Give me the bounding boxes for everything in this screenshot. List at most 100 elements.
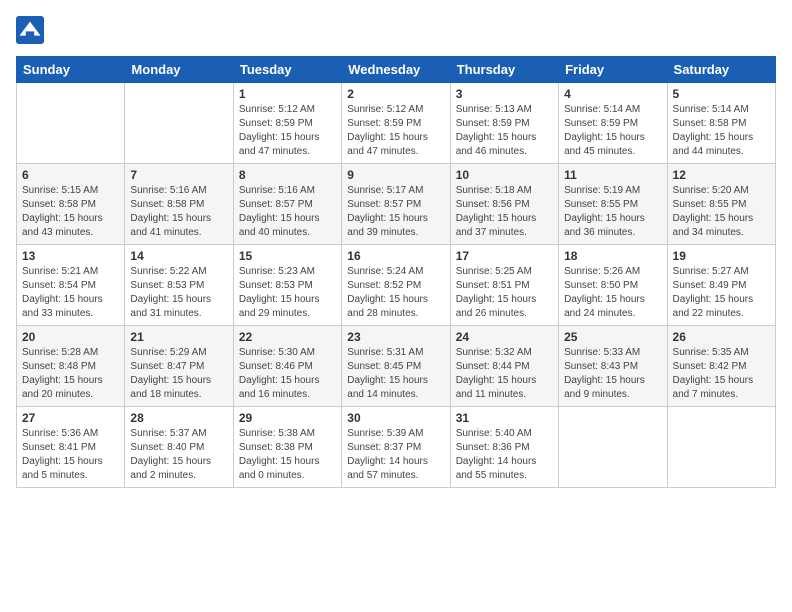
cell-info: Sunrise: 5:13 AMSunset: 8:59 PMDaylight:… (456, 103, 553, 159)
day-number: 11 (564, 168, 661, 182)
cell-info: Sunrise: 5:29 AMSunset: 8:47 PMDaylight:… (130, 346, 227, 402)
calendar-cell: 18Sunrise: 5:26 AMSunset: 8:50 PMDayligh… (559, 245, 667, 326)
calendar-cell: 21 Sunrise: 5:29 AMSunset: 8:47 PMDayligh… (125, 326, 233, 407)
day-number: 31 (456, 411, 553, 425)
calendar-cell: 15 Sunrise: 5:23 AMSunset: 8:53 PMDayligh… (233, 245, 341, 326)
cell-info: Sunrise: 5:16 AMSunset: 8:58 PMDaylight:… (130, 184, 227, 240)
day-number: 22 (239, 330, 336, 344)
day-of-week-header: Thursday (450, 57, 558, 83)
calendar-cell: 1 Sunrise: 5:12 AMSunset: 8:59 PMDaylight… (233, 83, 341, 164)
day-number: 6 (22, 168, 119, 182)
day-number: 23 (347, 330, 444, 344)
cell-info: Sunrise: 5:12 AMSunset: 8:59 PMDaylight:… (347, 103, 444, 159)
calendar-cell: 27 Sunrise: 5:36 AMSunset: 8:41 PMDayligh… (17, 407, 125, 488)
day-number: 13 (22, 249, 119, 263)
page-header (16, 16, 776, 44)
calendar-table: SundayMondayTuesdayWednesdayThursdayFrid… (16, 56, 776, 488)
day-number: 5 (673, 87, 770, 101)
cell-info: Sunrise: 5:31 AMSunset: 8:45 PMDaylight:… (347, 346, 444, 402)
calendar-cell: 25 Sunrise: 5:33 AMSunset: 8:43 PMDayligh… (559, 326, 667, 407)
calendar-cell: 13 Sunrise: 5:21 AMSunset: 8:54 PMDayligh… (17, 245, 125, 326)
cell-info: Sunrise: 5:16 AMSunset: 8:57 PMDaylight:… (239, 184, 336, 240)
day-number: 21 (130, 330, 227, 344)
cell-info: Sunrise: 5:18 AMSunset: 8:56 PMDaylight:… (456, 184, 553, 240)
calendar-cell: 8 Sunrise: 5:16 AMSunset: 8:57 PMDaylight… (233, 164, 341, 245)
day-number: 9 (347, 168, 444, 182)
day-of-week-header: Sunday (17, 57, 125, 83)
logo (16, 16, 48, 44)
cell-info: Sunrise: 5:14 AMSunset: 8:59 PMDaylight:… (564, 103, 661, 159)
calendar-cell: 24Sunrise: 5:32 AMSunset: 8:44 PMDayligh… (450, 326, 558, 407)
day-number: 19 (673, 249, 770, 263)
calendar-cell: 5 Sunrise: 5:14 AMSunset: 8:58 PMDaylight… (667, 83, 775, 164)
day-number: 10 (456, 168, 553, 182)
cell-info: Sunrise: 5:27 AMSunset: 8:49 PMDaylight:… (673, 265, 770, 321)
day-number: 16 (347, 249, 444, 263)
day-number: 17 (456, 249, 553, 263)
day-number: 27 (22, 411, 119, 425)
cell-info: Sunrise: 5:40 AMSunset: 8:36 PMDaylight:… (456, 427, 553, 483)
cell-info: Sunrise: 5:15 AMSunset: 8:58 PMDaylight:… (22, 184, 119, 240)
calendar-cell: 2 Sunrise: 5:12 AMSunset: 8:59 PMDaylight… (342, 83, 450, 164)
day-number: 25 (564, 330, 661, 344)
cell-info: Sunrise: 5:33 AMSunset: 8:43 PMDaylight:… (564, 346, 661, 402)
calendar-cell: 29Sunrise: 5:38 AMSunset: 8:38 PMDayligh… (233, 407, 341, 488)
cell-info: Sunrise: 5:21 AMSunset: 8:54 PMDaylight:… (22, 265, 119, 321)
calendar-week-row: 13 Sunrise: 5:21 AMSunset: 8:54 PMDayligh… (17, 245, 776, 326)
calendar-cell (17, 83, 125, 164)
calendar-cell: 31 Sunrise: 5:40 AMSunset: 8:36 PMDayligh… (450, 407, 558, 488)
calendar-week-row: 1 Sunrise: 5:12 AMSunset: 8:59 PMDaylight… (17, 83, 776, 164)
day-number: 28 (130, 411, 227, 425)
day-of-week-header: Wednesday (342, 57, 450, 83)
day-number: 20 (22, 330, 119, 344)
calendar-cell: 10 Sunrise: 5:18 AMSunset: 8:56 PMDayligh… (450, 164, 558, 245)
day-number: 15 (239, 249, 336, 263)
cell-info: Sunrise: 5:39 AMSunset: 8:37 PMDaylight:… (347, 427, 444, 483)
calendar-cell: 30 Sunrise: 5:39 AMSunset: 8:37 PMDayligh… (342, 407, 450, 488)
cell-info: Sunrise: 5:36 AMSunset: 8:41 PMDaylight:… (22, 427, 119, 483)
calendar-cell (559, 407, 667, 488)
day-number: 14 (130, 249, 227, 263)
calendar-cell: 9 Sunrise: 5:17 AMSunset: 8:57 PMDaylight… (342, 164, 450, 245)
calendar-cell: 17 Sunrise: 5:25 AMSunset: 8:51 PMDayligh… (450, 245, 558, 326)
calendar-header-row: SundayMondayTuesdayWednesdayThursdayFrid… (17, 57, 776, 83)
calendar-cell: 20 Sunrise: 5:28 AMSunset: 8:48 PMDayligh… (17, 326, 125, 407)
day-number: 2 (347, 87, 444, 101)
calendar-cell: 6 Sunrise: 5:15 AMSunset: 8:58 PMDaylight… (17, 164, 125, 245)
day-number: 18 (564, 249, 661, 263)
calendar-cell: 3 Sunrise: 5:13 AMSunset: 8:59 PMDaylight… (450, 83, 558, 164)
cell-info: Sunrise: 5:30 AMSunset: 8:46 PMDaylight:… (239, 346, 336, 402)
cell-info: Sunrise: 5:17 AMSunset: 8:57 PMDaylight:… (347, 184, 444, 240)
calendar-cell (667, 407, 775, 488)
calendar-cell: 19 Sunrise: 5:27 AMSunset: 8:49 PMDayligh… (667, 245, 775, 326)
calendar-week-row: 6 Sunrise: 5:15 AMSunset: 8:58 PMDaylight… (17, 164, 776, 245)
day-number: 3 (456, 87, 553, 101)
day-number: 1 (239, 87, 336, 101)
calendar-cell: 16Sunrise: 5:24 AMSunset: 8:52 PMDayligh… (342, 245, 450, 326)
cell-info: Sunrise: 5:23 AMSunset: 8:53 PMDaylight:… (239, 265, 336, 321)
day-number: 30 (347, 411, 444, 425)
day-number: 26 (673, 330, 770, 344)
calendar-week-row: 27 Sunrise: 5:36 AMSunset: 8:41 PMDayligh… (17, 407, 776, 488)
calendar-cell (125, 83, 233, 164)
day-of-week-header: Friday (559, 57, 667, 83)
cell-info: Sunrise: 5:37 AMSunset: 8:40 PMDaylight:… (130, 427, 227, 483)
day-number: 8 (239, 168, 336, 182)
cell-info: Sunrise: 5:19 AMSunset: 8:55 PMDaylight:… (564, 184, 661, 240)
day-number: 29 (239, 411, 336, 425)
cell-info: Sunrise: 5:14 AMSunset: 8:58 PMDaylight:… (673, 103, 770, 159)
cell-info: Sunrise: 5:20 AMSunset: 8:55 PMDaylight:… (673, 184, 770, 240)
calendar-cell: 26Sunrise: 5:35 AMSunset: 8:42 PMDayligh… (667, 326, 775, 407)
cell-info: Sunrise: 5:28 AMSunset: 8:48 PMDaylight:… (22, 346, 119, 402)
day-number: 7 (130, 168, 227, 182)
cell-info: Sunrise: 5:12 AMSunset: 8:59 PMDaylight:… (239, 103, 336, 159)
calendar-cell: 11 Sunrise: 5:19 AMSunset: 8:55 PMDayligh… (559, 164, 667, 245)
day-of-week-header: Tuesday (233, 57, 341, 83)
day-number: 12 (673, 168, 770, 182)
calendar-cell: 23 Sunrise: 5:31 AMSunset: 8:45 PMDayligh… (342, 326, 450, 407)
calendar-cell: 22 Sunrise: 5:30 AMSunset: 8:46 PMDayligh… (233, 326, 341, 407)
cell-info: Sunrise: 5:25 AMSunset: 8:51 PMDaylight:… (456, 265, 553, 321)
logo-icon (16, 16, 44, 44)
day-of-week-header: Saturday (667, 57, 775, 83)
calendar-week-row: 20 Sunrise: 5:28 AMSunset: 8:48 PMDayligh… (17, 326, 776, 407)
